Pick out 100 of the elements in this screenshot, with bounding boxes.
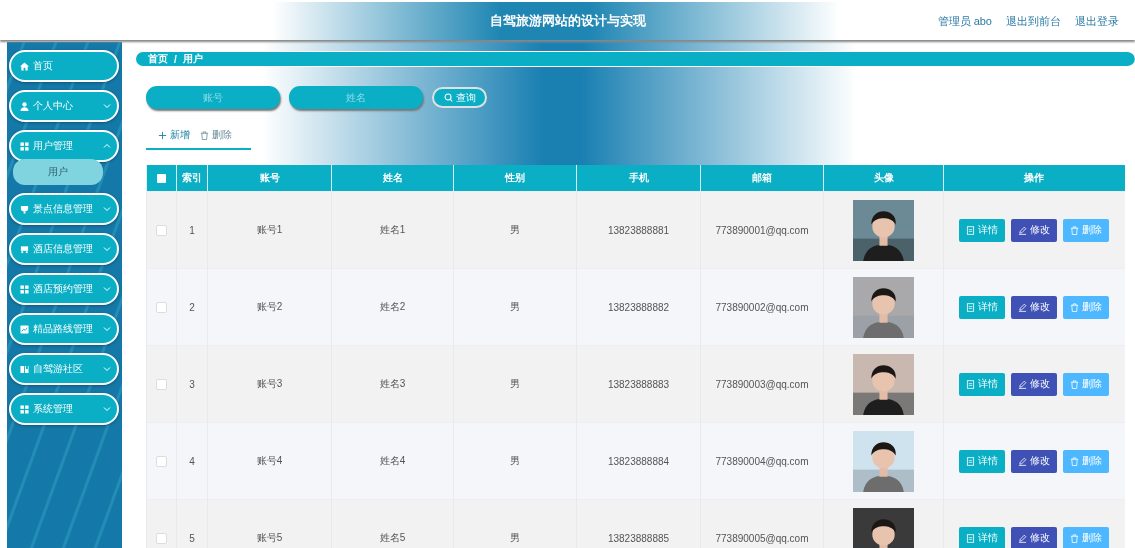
column-header: 操作 [1024,172,1045,183]
sidebar-item[interactable]: 个人中心 [9,90,119,122]
table-cell: 姓名3 [379,378,406,389]
table-cell: 男 [510,224,520,235]
table-cell: 13823888885 [607,532,670,544]
search-field[interactable]: 姓名 [289,86,423,109]
edit-button[interactable]: 修改 [1011,526,1058,548]
row-checkbox[interactable] [156,301,167,313]
sidebar-item[interactable]: 系统管理 [9,393,119,425]
table-cell: 男 [510,378,520,389]
column-header: 账号 [259,172,280,183]
pen-icon [1018,533,1028,543]
table-cell: 2 [189,301,195,313]
user-icon [20,101,29,111]
detail-button[interactable]: 详情 [959,372,1006,396]
column-header: 姓名 [382,172,403,183]
chevron-down-icon [103,205,111,213]
table-cell: 13823888883 [607,378,670,390]
delete-button[interactable]: 删除 [198,128,250,142]
table-cell: 3 [189,378,195,390]
sidebar-item[interactable]: 景点信息管理 [9,193,119,225]
table-cell: 姓名1 [379,224,406,235]
sidebar-item[interactable]: 精品路线管理 [9,313,119,345]
cup-icon [20,204,29,214]
document-icon [966,456,976,466]
edit-button[interactable]: 修改 [1011,449,1058,473]
row-checkbox[interactable] [156,532,167,544]
header-link[interactable]: 退出到前台 [1006,13,1061,29]
table-cell: 4 [189,455,195,467]
edit-button[interactable]: 修改 [1011,372,1058,396]
delete-button[interactable]: 删除 [1063,218,1110,242]
edit-button[interactable]: 修改 [1011,218,1058,242]
row-checkbox[interactable] [156,224,167,236]
home-icon [20,61,29,71]
table-cell: 773890002@qq.com [715,301,809,313]
search-button[interactable]: 查询 [432,87,487,108]
chevron-down-icon [103,405,111,413]
trash-icon [1070,379,1080,389]
document-icon [966,379,976,389]
table-cell: 男 [510,301,520,312]
table-cell: 13823888881 [607,224,670,236]
select-all-checkbox[interactable] [157,174,166,184]
plus-icon [158,130,167,140]
site-title: 自驾旅游网站的设计与实现 [489,13,646,28]
admin-label: 管理员 abo [937,13,992,29]
chevron-up-icon [103,142,111,150]
column-header: 头像 [873,172,894,183]
sidebar-item[interactable]: 用户管理 [9,130,119,162]
search-icon [443,93,453,102]
column-header: 手机 [628,172,649,183]
row-checkbox[interactable] [156,455,167,467]
detail-button[interactable]: 详情 [959,526,1006,548]
document-icon [966,533,976,543]
sidebar-item[interactable]: 酒店信息管理 [9,233,119,265]
table-cell: 773890003@qq.com [715,378,809,390]
pen-icon [1018,225,1028,235]
column-header: 邮箱 [752,172,772,183]
row-checkbox[interactable] [156,378,167,390]
sidebar-item[interactable]: 首页 [9,50,119,82]
chart-icon [20,324,29,334]
table-cell: 5 [189,532,195,544]
detail-button[interactable]: 详情 [959,449,1006,473]
breadcrumb-separator: / [174,53,177,65]
table-cell: 男 [510,532,520,543]
table-cell: 13823888882 [607,301,670,313]
table-cell: 773890005@qq.com [715,532,809,544]
table-cell: 1 [189,224,195,236]
trash-icon [1070,225,1080,235]
grid-icon [20,284,29,294]
column-header: 性别 [505,172,525,183]
table-cell: 账号5 [256,532,283,543]
detail-button[interactable]: 详情 [959,295,1006,319]
trash-icon [1070,302,1080,312]
table-cell: 账号3 [256,378,283,389]
table-cell: 姓名5 [379,532,406,543]
submenu-item[interactable]: 用户 [13,159,103,185]
chevron-down-icon [103,102,111,110]
table-cell: 账号4 [256,455,283,466]
document-icon [966,225,976,235]
delete-button[interactable]: 删除 [1063,372,1110,396]
delete-button[interactable]: 删除 [1063,526,1110,548]
add-button[interactable]: 新增 [146,128,198,142]
delete-button[interactable]: 删除 [1063,449,1110,473]
delete-button[interactable]: 删除 [1063,295,1110,319]
document-icon [966,302,976,312]
chevron-down-icon [103,325,111,333]
search-field[interactable]: 账号 [146,86,280,109]
sidebar-item[interactable]: 自驾游社区 [9,353,119,385]
header-link[interactable]: 退出登录 [1075,13,1119,29]
table-cell: 账号1 [256,224,283,235]
edit-button[interactable]: 修改 [1011,295,1058,319]
pen-icon [1018,379,1028,389]
breadcrumb-item: 用户 [182,52,203,66]
grid-icon [20,141,29,151]
pen-icon [1018,456,1028,466]
sidebar-item[interactable]: 酒店预约管理 [9,273,119,305]
grid-icon [20,404,29,414]
detail-button[interactable]: 详情 [959,218,1006,242]
breadcrumb-item[interactable]: 首页 [148,52,168,66]
table-cell: 773890001@qq.com [715,224,809,236]
